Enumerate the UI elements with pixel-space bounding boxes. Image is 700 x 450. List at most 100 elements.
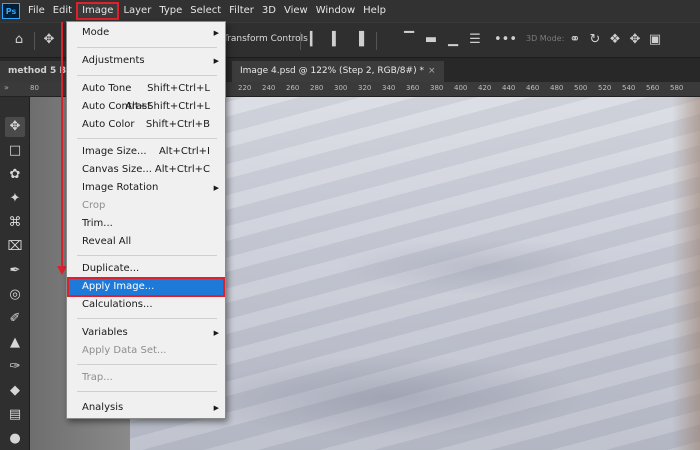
- healing-tool-icon[interactable]: ◎: [5, 285, 25, 305]
- menu-item-label: Apply Data Set...: [82, 345, 167, 356]
- menu-item-label: Apply Image...: [82, 281, 155, 292]
- menu-select[interactable]: Select: [186, 2, 225, 20]
- menu-item-apply-image[interactable]: Apply Image...: [67, 277, 225, 297]
- ruler-tick: 560: [646, 84, 660, 92]
- menu-item-adjustments[interactable]: Adjustments ▶: [68, 52, 224, 70]
- menu-view[interactable]: View: [280, 2, 312, 20]
- menu-separator: [77, 318, 217, 319]
- close-icon[interactable]: ×: [428, 66, 436, 76]
- align-top-icon[interactable]: ▔: [400, 31, 418, 49]
- distribute-icon[interactable]: ☰: [466, 31, 484, 49]
- ruler-tick: 80: [30, 84, 39, 92]
- ruler-tick: 380: [430, 84, 444, 92]
- align-right-icon[interactable]: ▐: [350, 31, 368, 49]
- crop-tool-icon[interactable]: ⌘: [5, 213, 25, 233]
- image-menu-dropdown: Mode ▶ Adjustments ▶ Auto Tone Shift+Ctrl+L…: [66, 21, 226, 419]
- align-left-icon[interactable]: ▎: [306, 31, 324, 49]
- orbit-3d-icon[interactable]: ⚭: [566, 31, 584, 49]
- submenu-arrow-icon: ▶: [213, 184, 219, 192]
- slide-3d-icon[interactable]: ✥: [626, 31, 644, 49]
- gradient-tool-icon[interactable]: ▤: [5, 405, 25, 425]
- menu-help[interactable]: Help: [359, 2, 390, 20]
- scale-3d-icon[interactable]: ▣: [646, 31, 664, 49]
- menu-item-auto-tone[interactable]: Auto Tone Shift+Ctrl+L: [68, 80, 224, 98]
- menu-3d[interactable]: 3D: [258, 2, 280, 20]
- menu-item-reveal-all[interactable]: Reveal All: [68, 233, 224, 251]
- frame-tool-icon[interactable]: ⌧: [5, 237, 25, 257]
- menu-item-analysis[interactable]: Analysis ▶: [68, 399, 224, 417]
- move-tool-icon[interactable]: ✥: [40, 31, 58, 49]
- menu-item-calculations[interactable]: Calculations...: [68, 296, 224, 314]
- menu-file[interactable]: File: [24, 2, 49, 20]
- home-icon[interactable]: ⌂: [10, 31, 28, 49]
- menu-window[interactable]: Window: [312, 2, 359, 20]
- ruler-tick: 240: [262, 84, 276, 92]
- menu-item-duplicate[interactable]: Duplicate...: [68, 260, 224, 278]
- stamp-tool-icon[interactable]: ▲: [5, 333, 25, 353]
- show-transform-controls-label[interactable]: Transform Controls: [223, 34, 308, 44]
- menu-item-label: Trim...: [82, 218, 113, 229]
- align-center-icon[interactable]: ▍: [328, 31, 346, 49]
- menu-item-trim[interactable]: Trim...: [68, 215, 224, 233]
- menu-item-apply-data-set: Apply Data Set...: [68, 342, 224, 360]
- menu-item-label: Crop: [82, 200, 106, 211]
- align-middle-icon[interactable]: ▬: [422, 31, 440, 49]
- menu-item-image-rotation[interactable]: Image Rotation ▶: [68, 179, 224, 197]
- eraser-tool-icon[interactable]: ◆: [5, 381, 25, 401]
- menu-item-label: Trap...: [82, 372, 113, 383]
- menu-item-auto-contrast[interactable]: Auto Contrast Alt+Shift+Ctrl+L: [68, 98, 224, 116]
- menu-item-label: Analysis: [82, 402, 124, 413]
- submenu-arrow-icon: ▶: [213, 57, 219, 65]
- ruler-tick: 260: [286, 84, 300, 92]
- brush-tool-icon[interactable]: ✐: [5, 309, 25, 329]
- marquee-tool-icon[interactable]: □: [5, 141, 25, 161]
- photoshop-logo-icon[interactable]: Ps: [2, 3, 20, 19]
- menu-item-label: Auto Tone: [82, 83, 132, 94]
- menu-item-image-size[interactable]: Image Size... Alt+Ctrl+I: [68, 143, 224, 161]
- blur-tool-icon[interactable]: ●: [5, 429, 25, 449]
- tab-image-4[interactable]: Image 4.psd @ 122% (Step 2, RGB/8#) * ×: [232, 61, 444, 82]
- image-edge: [672, 97, 700, 450]
- ruler-tick: 280: [310, 84, 324, 92]
- menu-item-label: Image Size...: [82, 146, 147, 157]
- menu-item-variables[interactable]: Variables ▶: [68, 324, 224, 342]
- lasso-tool-icon[interactable]: ✿: [5, 165, 25, 185]
- menu-filter[interactable]: Filter: [225, 2, 258, 20]
- menu-bar: Ps File Edit Image Layer Type Select Fil…: [0, 0, 700, 22]
- move-tool-icon[interactable]: ✥: [5, 117, 25, 137]
- magic-wand-tool-icon[interactable]: ✦: [5, 189, 25, 209]
- ruler-tick: 340: [382, 84, 396, 92]
- menu-type[interactable]: Type: [155, 2, 186, 20]
- ruler-tick: 480: [550, 84, 564, 92]
- menu-separator: [77, 255, 217, 256]
- submenu-arrow-icon: ▶: [213, 29, 219, 37]
- menu-item-crop: Crop: [68, 197, 224, 215]
- shortcut-label: Shift+Ctrl+L: [147, 83, 210, 94]
- expand-panels-icon[interactable]: »: [4, 83, 9, 92]
- submenu-arrow-icon: ▶: [213, 404, 219, 412]
- history-brush-tool-icon[interactable]: ✑: [5, 357, 25, 377]
- ruler-tick: 580: [670, 84, 684, 92]
- align-bottom-icon[interactable]: ▁: [444, 31, 462, 49]
- menu-item-mode[interactable]: Mode ▶: [68, 24, 224, 42]
- tab-method-5-before[interactable]: method 5 Before: [0, 61, 66, 82]
- menu-item-label: Canvas Size...: [82, 164, 152, 175]
- menu-layer[interactable]: Layer: [119, 2, 155, 20]
- ruler-tick: 500: [574, 84, 588, 92]
- more-options-icon[interactable]: •••: [494, 31, 517, 49]
- shortcut-label: Shift+Ctrl+B: [145, 119, 210, 130]
- eyedropper-tool-icon[interactable]: ✒: [5, 261, 25, 281]
- ruler-tick: 420: [478, 84, 492, 92]
- roll-3d-icon[interactable]: ↻: [586, 31, 604, 49]
- menu-item-auto-color[interactable]: Auto Color Shift+Ctrl+B: [68, 116, 224, 134]
- menu-item-canvas-size[interactable]: Canvas Size... Alt+Ctrl+C: [68, 161, 224, 179]
- menu-item-label: Image Rotation: [82, 182, 159, 193]
- menu-image[interactable]: Image: [76, 2, 120, 20]
- shortcut-label: Alt+Ctrl+C: [154, 164, 210, 175]
- menu-separator: [77, 364, 217, 365]
- menu-edit[interactable]: Edit: [49, 2, 76, 20]
- drag-3d-icon[interactable]: ❖: [606, 31, 624, 49]
- menu-item-label: Calculations...: [82, 299, 153, 310]
- menu-separator: [77, 75, 217, 76]
- ruler-tick: 300: [334, 84, 348, 92]
